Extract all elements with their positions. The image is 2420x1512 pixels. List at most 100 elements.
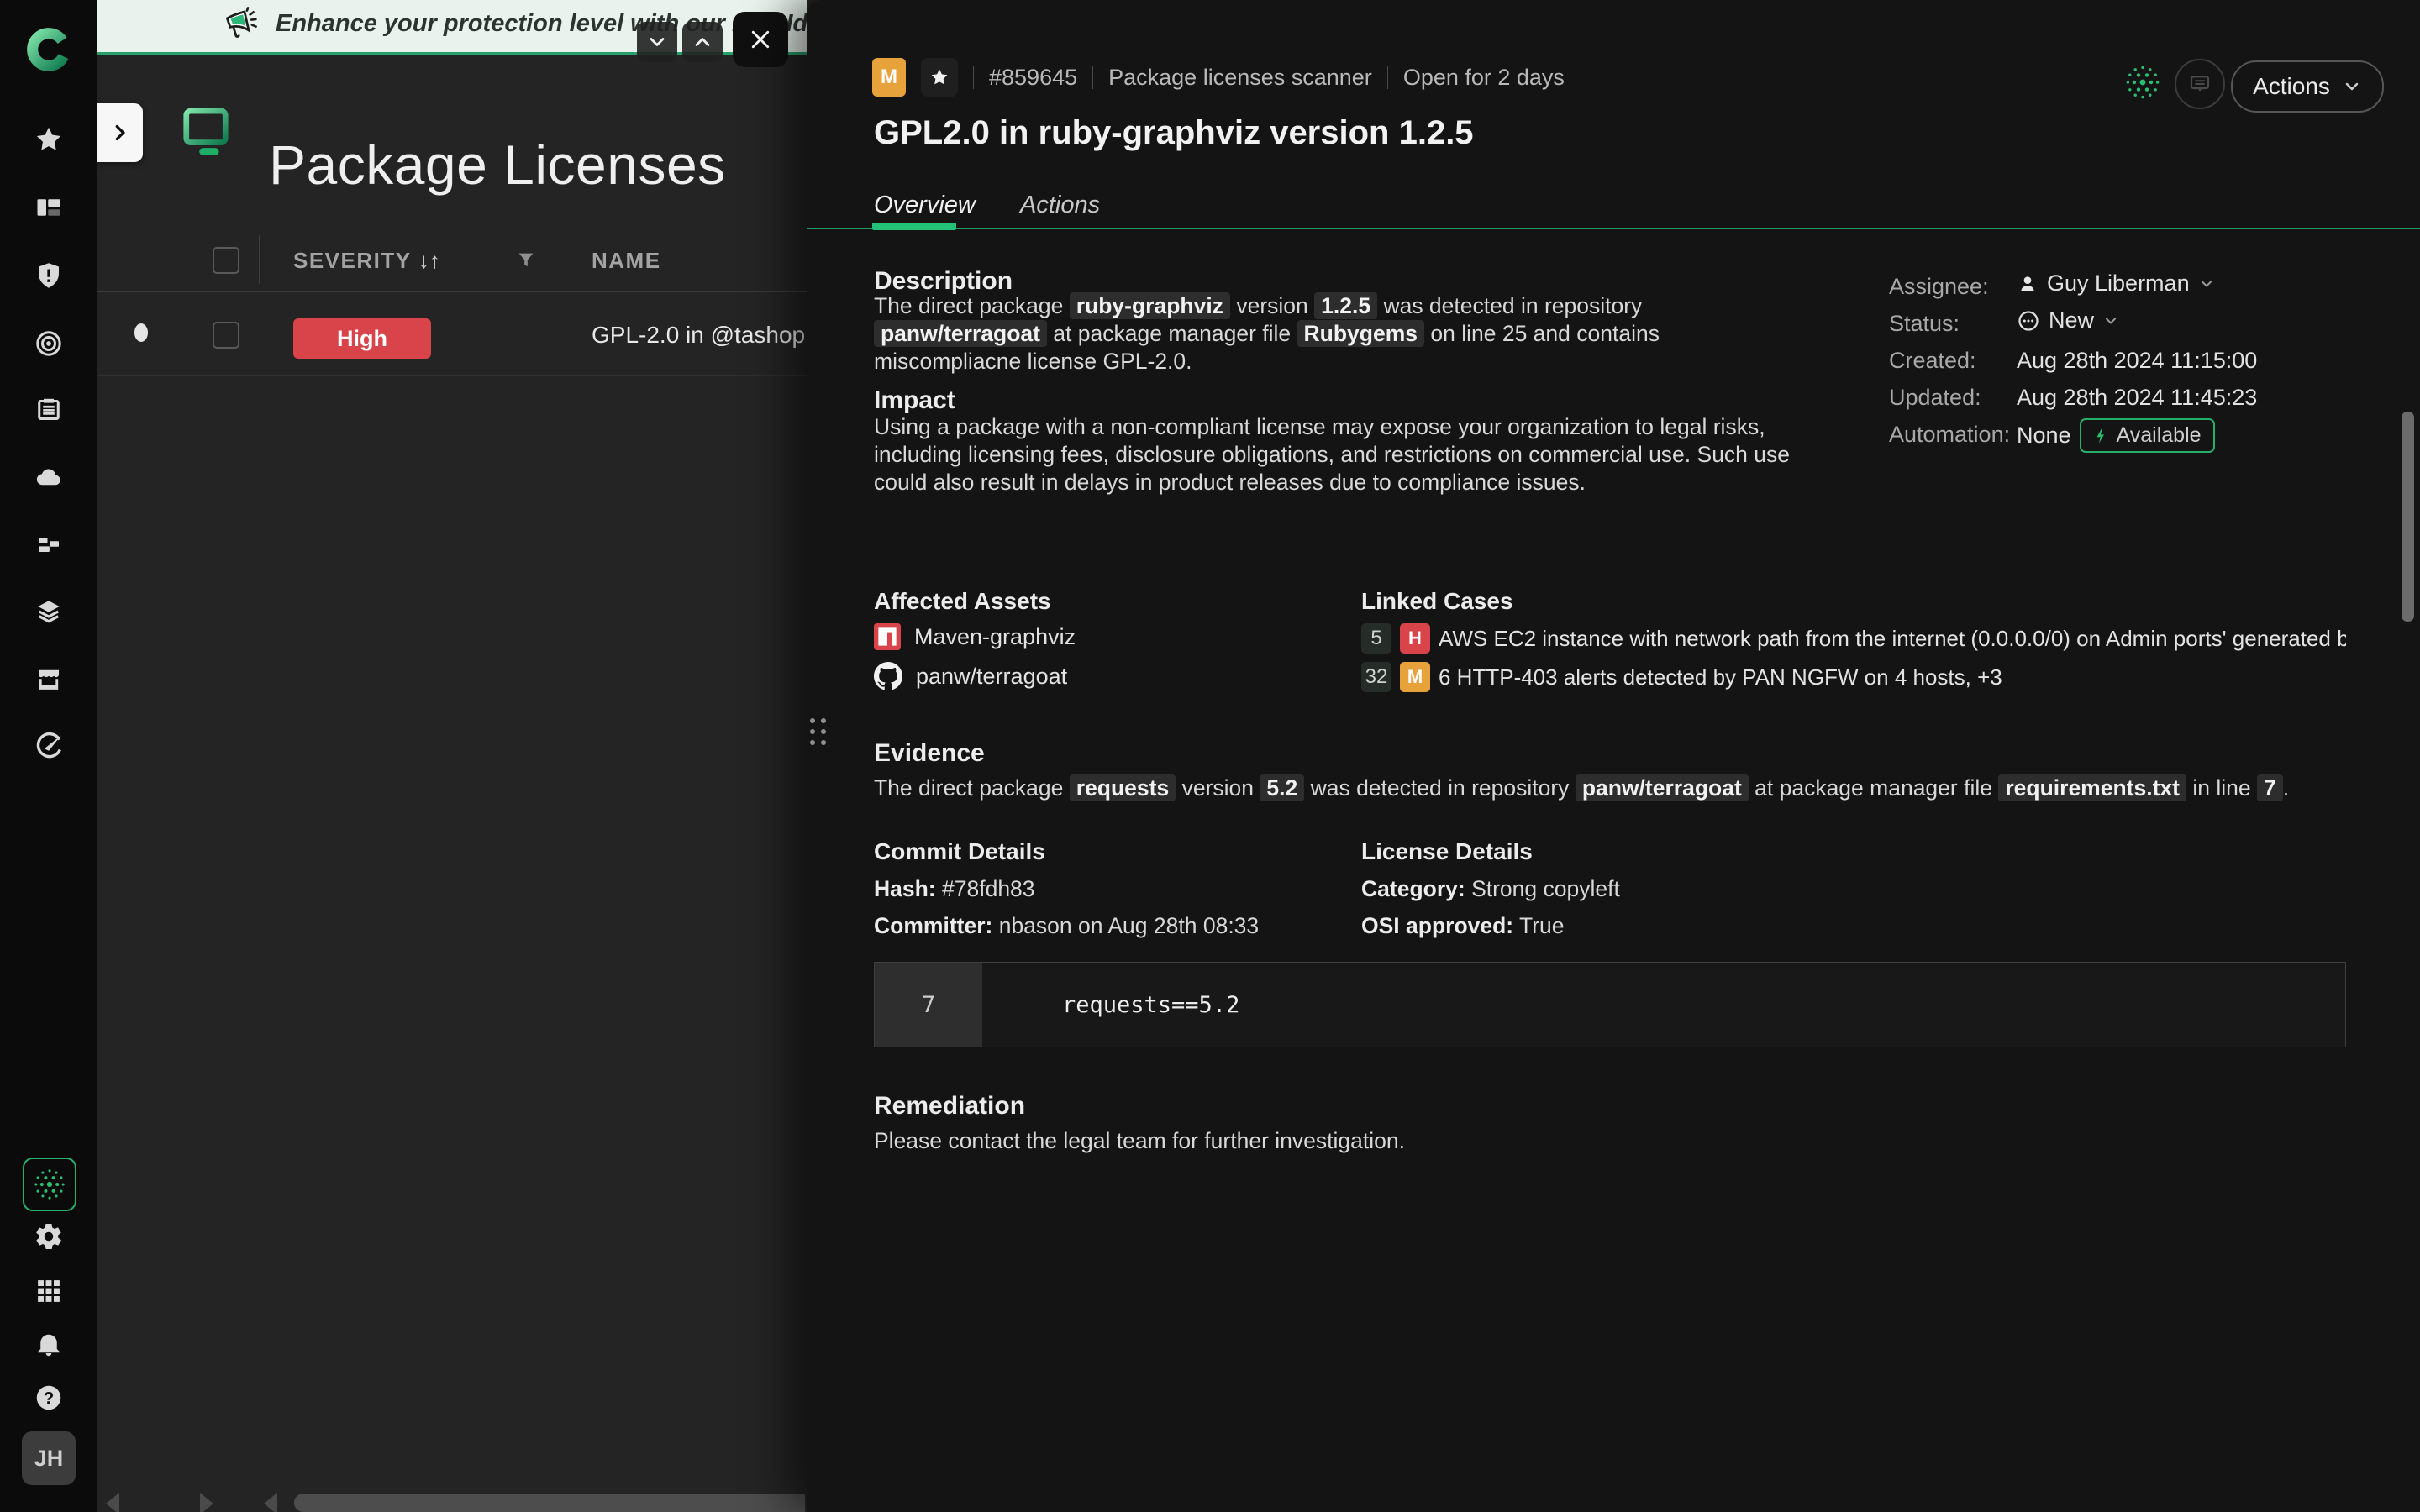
highlight-token: panw/terragoat (1576, 774, 1749, 801)
tab-overview[interactable]: Overview (874, 192, 976, 219)
sort-icon[interactable]: ↓↑ (418, 248, 440, 273)
description-heading: Description (874, 267, 1013, 296)
asset-item[interactable]: Maven-graphviz (874, 623, 1076, 650)
actions-button[interactable]: Actions (2231, 60, 2384, 113)
chevron-down-icon (2198, 276, 2215, 292)
npm-package-icon (874, 623, 901, 650)
commit-hash: Hash: #78fdh83 (874, 875, 1035, 903)
banner-text: Enhance your protection level with our n… (276, 10, 807, 38)
dots-spiral-icon (31, 1166, 68, 1203)
case-count-badge: 32 (1361, 662, 1392, 692)
assignee-value[interactable]: Guy Liberman (2017, 270, 2215, 297)
sidebar-item-assets[interactable] (34, 530, 64, 560)
evidence-text: The direct package requests version 5.2 … (874, 774, 2319, 802)
sidebar-item-incidents[interactable] (34, 260, 64, 291)
row-name[interactable]: GPL-2.0 in @tashop/ (592, 322, 805, 349)
sidebar-item-performance[interactable] (34, 731, 64, 761)
sidebar-item-cloud[interactable] (34, 463, 64, 493)
gear-icon (34, 1221, 64, 1252)
case-scanner: Package licenses scanner (1108, 65, 1372, 91)
highlight-token: requests (1070, 774, 1176, 801)
table-header: SEVERITY ↓↑ NAME (97, 228, 807, 292)
assignee-label: Assignee: (1889, 274, 1989, 300)
automation-label: Automation: (1889, 422, 2010, 448)
panel-layout-icon (34, 192, 64, 223)
asset-name: Maven-graphviz (914, 624, 1076, 650)
sidebar-item-layers[interactable] (34, 596, 64, 627)
commit-committer: Committer: nbason on Aug 28th 08:33 (874, 912, 1259, 940)
banner-expand-button[interactable] (682, 22, 723, 62)
sidebar-item-favorites[interactable] (34, 124, 64, 155)
comment-icon (2187, 71, 2212, 97)
status-text: New (2049, 307, 2094, 333)
horizontal-scrollbar-thumb[interactable] (294, 1494, 805, 1512)
person-icon (2017, 273, 2039, 295)
sidebar-item-help[interactable]: ? (34, 1383, 64, 1413)
banner-collapse-button[interactable] (637, 22, 677, 62)
table-row[interactable]: High GPL-2.0 in @tashop/ (97, 291, 807, 376)
license-osi: OSI approved: True (1361, 912, 1565, 940)
favorite-star-button[interactable] (921, 58, 958, 97)
close-icon (748, 27, 773, 52)
comments-button[interactable] (2175, 59, 2225, 109)
tab-actions[interactable]: Actions (1020, 192, 1100, 219)
panel-resize-handle[interactable] (810, 718, 826, 745)
linked-cases-heading: Linked Cases (1361, 588, 1513, 615)
case-age: Open for 2 days (1403, 65, 1565, 91)
code-snippet: 7 requests==5.2 (874, 962, 2346, 1047)
bell-icon (34, 1329, 64, 1359)
affected-assets-heading: Affected Assets (874, 588, 1051, 615)
brand-logo[interactable] (24, 25, 73, 74)
asset-name: panw/terragoat (916, 664, 1067, 690)
dots-spiral-icon (2123, 62, 2163, 102)
linked-case-text: AWS EC2 instance with network path from … (1439, 626, 2346, 652)
storefront-icon (34, 664, 64, 695)
highlight-token: 1.2.5 (1314, 292, 1377, 319)
linked-case-text: 6 HTTP-403 alerts detected by PAN NGFW o… (1439, 664, 2002, 690)
scroll-right-icon[interactable] (200, 1493, 213, 1512)
remediation-text: Please contact the legal team for furthe… (874, 1127, 2050, 1155)
case-detail-panel: M #859645 Package licenses scanner Open … (807, 0, 2420, 1512)
row-checkbox[interactable] (213, 322, 239, 349)
filter-funnel-icon[interactable] (516, 250, 536, 270)
sidebar-item-dashboards[interactable] (34, 192, 64, 223)
banner-close-button[interactable] (733, 12, 788, 67)
remediation-heading: Remediation (874, 1092, 1025, 1121)
asset-item[interactable]: panw/terragoat (874, 662, 1067, 690)
status-value[interactable]: New (2017, 307, 2119, 333)
sidebar-item-active-module[interactable] (23, 1158, 76, 1211)
layers-icon (34, 596, 64, 627)
linked-case-row[interactable]: 32 M 6 HTTP-403 alerts detected by PAN N… (1361, 662, 2002, 692)
assignee-name: Guy Liberman (2047, 270, 2190, 297)
automation-available-badge[interactable]: Available (2080, 418, 2215, 453)
select-all-checkbox[interactable] (213, 247, 239, 274)
sidebar-item-notifications[interactable] (34, 1329, 64, 1359)
created-value: Aug 28th 2024 11:15:00 (2017, 348, 2257, 374)
case-id: #859645 (989, 65, 1077, 91)
sidebar-item-settings[interactable] (34, 1221, 64, 1252)
sidebar-item-apps[interactable] (34, 1276, 64, 1306)
sidebar-item-reports[interactable] (34, 395, 64, 425)
severity-column-header[interactable]: SEVERITY ↓↑ (293, 248, 440, 274)
blocks-icon (34, 530, 64, 560)
sidebar-item-threat-intel[interactable] (34, 328, 64, 359)
vertical-scrollbar-thumb[interactable] (2402, 412, 2414, 622)
linked-case-row[interactable]: 5 H AWS EC2 instance with network path f… (1361, 623, 2346, 654)
chevron-down-icon (645, 30, 669, 54)
commit-details-heading: Commit Details (874, 838, 1045, 865)
name-column-header[interactable]: NAME (592, 248, 661, 274)
sidebar-item-marketplace[interactable] (34, 664, 64, 695)
left-sidebar: ? JH (0, 0, 97, 1512)
star-icon (929, 67, 950, 87)
created-label: Created: (1889, 348, 1976, 374)
code-content[interactable]: requests==5.2 (982, 963, 2345, 1047)
module-indicator[interactable] (2123, 62, 2163, 102)
updated-value: Aug 28th 2024 11:45:23 (2017, 385, 2257, 411)
license-details-heading: License Details (1361, 838, 1533, 865)
expand-panel-button[interactable] (97, 103, 143, 162)
scroll-start-icon[interactable] (264, 1493, 277, 1512)
scroll-left-icon[interactable] (106, 1493, 119, 1512)
avatar[interactable]: JH (22, 1431, 76, 1485)
severity-high-badge: H (1400, 623, 1430, 654)
impact-text: Using a package with a non-compliant lic… (874, 413, 1815, 496)
